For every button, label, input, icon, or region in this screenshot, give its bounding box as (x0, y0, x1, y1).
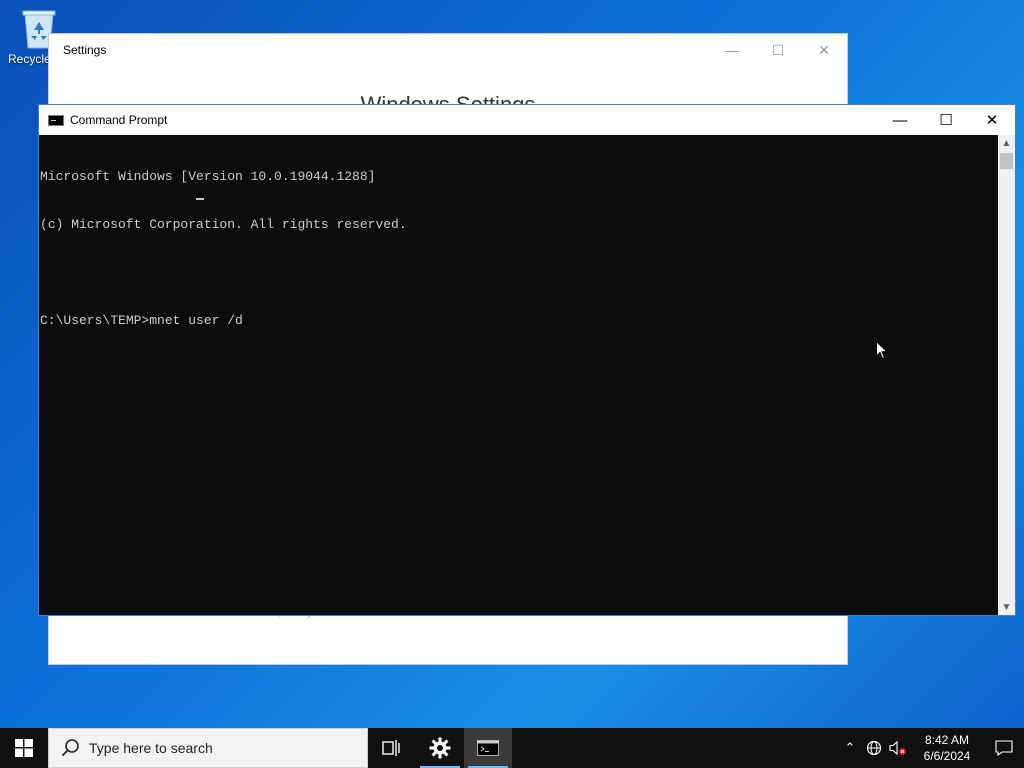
notification-center-button[interactable] (984, 728, 1024, 768)
scroll-down-icon[interactable]: ▼ (998, 599, 1015, 615)
gear-icon (429, 737, 451, 759)
cmd-icon (477, 740, 499, 756)
taskbar: Type here to search ⌃ 8:42 AM 6/6/2024 (0, 728, 1024, 768)
close-button[interactable]: ✕ (969, 105, 1015, 135)
taskbar-clock[interactable]: 8:42 AM 6/6/2024 (910, 732, 984, 764)
maximize-button[interactable]: ☐ (923, 105, 969, 135)
mouse-pointer-icon (876, 340, 889, 365)
cmd-icon (48, 114, 64, 126)
scrollbar-thumb[interactable] (1000, 153, 1013, 169)
minimize-button[interactable]: — (877, 105, 923, 135)
console-line: (c) Microsoft Corporation. All rights re… (40, 217, 407, 232)
cmd-title: Command Prompt (70, 113, 168, 127)
network-icon[interactable] (862, 728, 886, 768)
system-tray: ⌃ 8:42 AM 6/6/2024 (838, 728, 1024, 768)
settings-title: Settings (63, 43, 107, 57)
task-view-button[interactable] (368, 728, 416, 768)
taskbar-settings-button[interactable] (416, 728, 464, 768)
clock-time: 8:42 AM (924, 733, 970, 747)
close-button[interactable]: ✕ (801, 34, 847, 66)
start-button[interactable] (0, 728, 48, 768)
console-output[interactable]: Microsoft Windows [Version 10.0.19044.12… (39, 135, 1000, 615)
text-cursor (196, 198, 205, 200)
taskbar-search-box[interactable]: Type here to search (48, 728, 368, 768)
command-prompt-window[interactable]: Command Prompt — ☐ ✕ Microsoft Windows [… (38, 104, 1016, 616)
search-icon (61, 739, 79, 757)
chevron-up-icon[interactable]: ⌃ (838, 728, 862, 768)
cmd-titlebar[interactable]: Command Prompt — ☐ ✕ (39, 105, 1015, 135)
search-placeholder: Type here to search (89, 740, 213, 756)
console-line: C:\Users\TEMP>mnet user /d (40, 313, 243, 328)
windows-logo-icon (15, 739, 33, 757)
console-prompt-line: C:\Users\TEMP>mnet user /d (40, 313, 1000, 329)
volume-muted-icon[interactable] (886, 728, 910, 768)
vertical-scrollbar[interactable]: ▲ ▼ (998, 135, 1015, 615)
scroll-up-icon[interactable]: ▲ (998, 135, 1015, 151)
taskbar-cmd-button[interactable] (464, 728, 512, 768)
console-line: Microsoft Windows [Version 10.0.19044.12… (40, 169, 376, 184)
minimize-button[interactable]: — (709, 34, 755, 66)
task-view-icon (382, 740, 400, 756)
clock-date: 6/6/2024 (923, 749, 971, 763)
maximize-button[interactable]: ☐ (755, 34, 801, 66)
settings-titlebar[interactable]: Settings — ☐ ✕ (49, 34, 847, 66)
notification-icon (995, 740, 1013, 756)
